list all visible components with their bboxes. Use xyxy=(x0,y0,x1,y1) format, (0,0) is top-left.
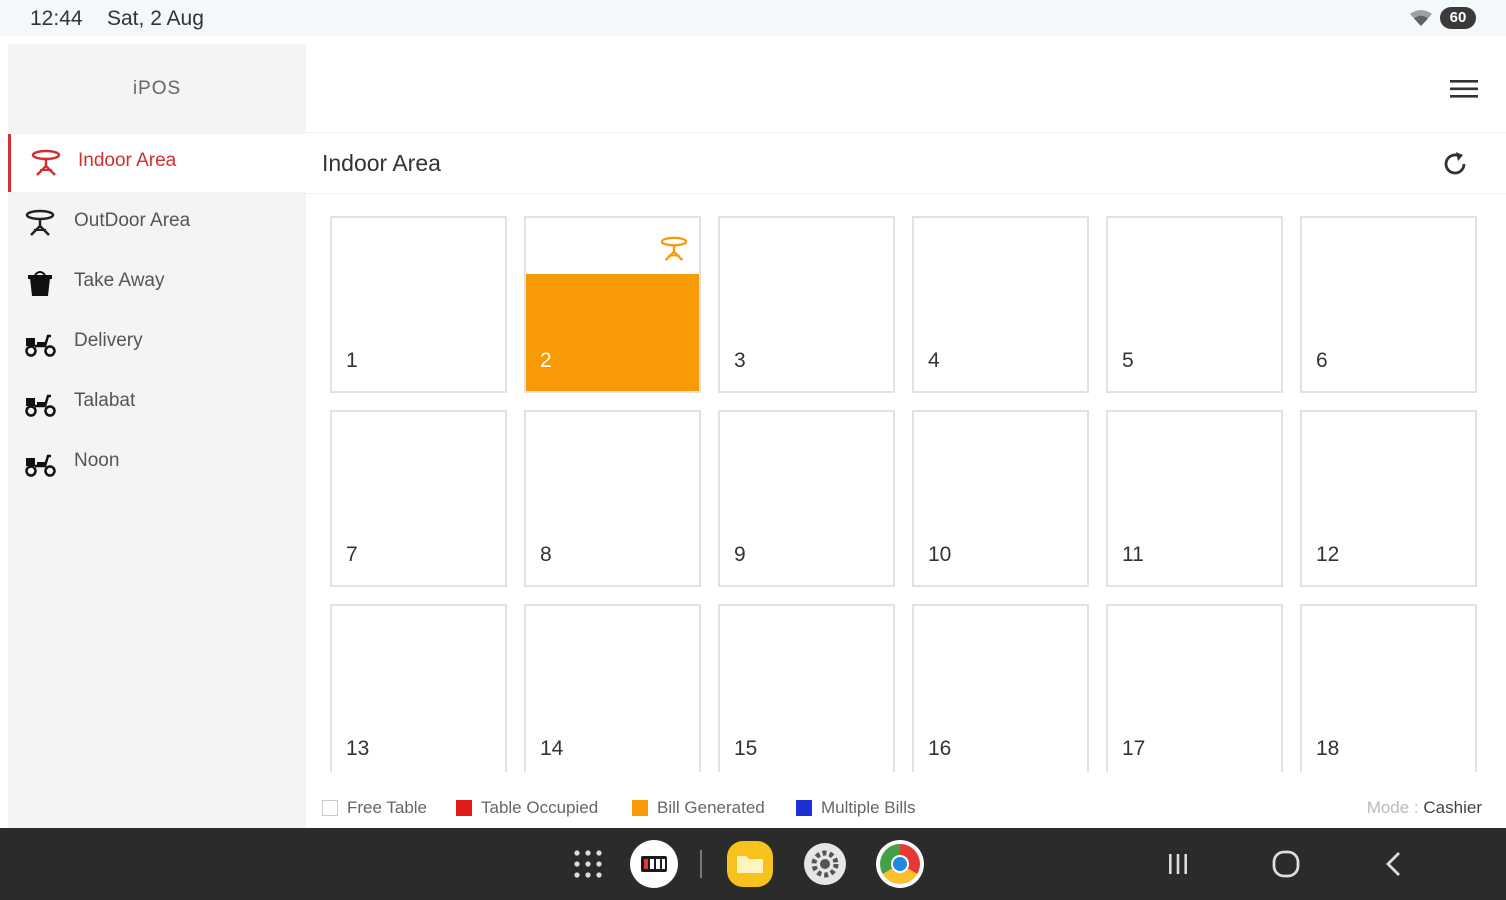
mode-indicator: Mode : Cashier xyxy=(1367,798,1482,818)
table-icon xyxy=(660,236,688,261)
sidebar-item-take-away[interactable]: Take Away xyxy=(8,254,306,312)
recents-icon[interactable] xyxy=(1162,848,1194,880)
legend: Free Table Table Occupied Bill Generated… xyxy=(306,784,1506,828)
table-card[interactable]: 10 xyxy=(912,410,1089,587)
refresh-icon[interactable] xyxy=(1440,149,1470,179)
files-app-icon[interactable] xyxy=(724,838,776,890)
system-navigation-bar xyxy=(0,828,1506,900)
table-number: 2 xyxy=(540,349,552,372)
sidebar-item-label: Take Away xyxy=(74,270,165,291)
sidebar-item-talabat[interactable]: Talabat xyxy=(8,374,306,432)
legend-swatch xyxy=(632,800,648,816)
app-drawer-icon[interactable] xyxy=(562,838,614,890)
chrome-app-icon[interactable] xyxy=(874,838,926,890)
table-number: 3 xyxy=(734,349,746,372)
sidebar-item-delivery[interactable]: Delivery xyxy=(8,314,306,372)
sidebar-item-label: Talabat xyxy=(74,390,136,411)
mode-value: Cashier xyxy=(1423,798,1482,817)
area-header: Indoor Area xyxy=(306,132,1506,194)
table-number: 15 xyxy=(734,737,758,760)
pos-screen: 12:44 Sat, 2 Aug 60 iPOS Indoor Area Out… xyxy=(0,0,1506,900)
table-number: 10 xyxy=(928,543,952,566)
table-card[interactable]: 12 xyxy=(1300,410,1477,587)
legend-swatch xyxy=(456,800,472,816)
table-number: 7 xyxy=(346,543,358,566)
battery-indicator: 60 xyxy=(1440,7,1476,29)
legend-label: Table Occupied xyxy=(481,798,599,817)
legend-label: Free Table xyxy=(347,798,428,817)
table-card[interactable]: 14 xyxy=(524,604,701,772)
table-number: 17 xyxy=(1122,737,1146,760)
table-number: 8 xyxy=(540,543,552,566)
table-number: 16 xyxy=(928,737,952,760)
scooter-icon xyxy=(25,454,56,477)
table-card[interactable]: 9 xyxy=(718,410,895,587)
table-card[interactable]: 6 xyxy=(1300,216,1477,393)
sidebar-item-outdoor-area[interactable]: OutDoor Area xyxy=(8,194,306,252)
table-number: 9 xyxy=(734,543,746,566)
sidebar-item-label: Indoor Area xyxy=(78,150,177,171)
settings-app-icon[interactable] xyxy=(799,838,851,890)
status-date: Sat, 2 Aug xyxy=(107,7,204,30)
page-title: Indoor Area xyxy=(322,150,441,176)
back-icon[interactable] xyxy=(1378,848,1410,880)
table-number: 11 xyxy=(1122,543,1144,566)
table-icon xyxy=(25,209,55,236)
sidebar-item-noon[interactable]: Noon xyxy=(8,434,306,492)
wifi-icon xyxy=(1410,10,1432,26)
table-card[interactable]: 15 xyxy=(718,604,895,772)
hamburger-menu-icon[interactable] xyxy=(1446,74,1482,104)
table-grid: 1 2 3 4 5 6 7 8 9 10 11 12 13 14 15 16 17 18 xyxy=(306,196,1506,772)
takeaway-bag-icon xyxy=(28,271,52,296)
sidebar-item-label: Noon xyxy=(74,450,120,471)
table-card[interactable]: 17 xyxy=(1106,604,1283,772)
table-card[interactable]: 8 xyxy=(524,410,701,587)
bill-generated-fill xyxy=(526,274,699,391)
home-icon[interactable] xyxy=(1270,848,1302,880)
table-card[interactable]: 1 xyxy=(330,216,507,393)
table-number: 18 xyxy=(1316,737,1340,760)
table-card[interactable]: 4 xyxy=(912,216,1089,393)
legend-label: Bill Generated xyxy=(657,798,765,817)
table-icon xyxy=(31,149,61,176)
status-time: 12:44 xyxy=(30,7,83,30)
table-card[interactable]: 16 xyxy=(912,604,1089,772)
ipos-app-icon[interactable] xyxy=(628,838,680,890)
table-card[interactable]: 3 xyxy=(718,216,895,393)
table-number: 12 xyxy=(1316,543,1340,566)
brand-title: iPOS xyxy=(132,78,182,99)
table-card[interactable]: 13 xyxy=(330,604,507,772)
sidebar-item-label: Delivery xyxy=(74,330,143,351)
table-card[interactable]: 18 xyxy=(1300,604,1477,772)
legend-swatch xyxy=(322,800,338,816)
dock-divider xyxy=(700,850,702,878)
sidebar-item-label: OutDoor Area xyxy=(74,210,191,231)
sidebar: iPOS Indoor Area OutDoor Area Take Away … xyxy=(8,44,306,828)
table-number: 1 xyxy=(346,349,358,372)
status-bar: 12:44 Sat, 2 Aug 60 xyxy=(0,0,1506,36)
scooter-icon xyxy=(25,334,56,357)
sidebar-item-indoor-area[interactable]: Indoor Area xyxy=(8,134,306,192)
table-number: 4 xyxy=(928,349,940,372)
table-number: 14 xyxy=(540,737,564,760)
table-number: 6 xyxy=(1316,349,1328,372)
legend-swatch xyxy=(796,800,812,816)
table-card[interactable]: 11 xyxy=(1106,410,1283,587)
table-number: 13 xyxy=(346,737,370,760)
scooter-icon xyxy=(25,394,56,417)
table-card[interactable]: 5 xyxy=(1106,216,1283,393)
table-number: 5 xyxy=(1122,349,1134,372)
legend-label: Multiple Bills xyxy=(821,798,916,817)
mode-label: Mode : xyxy=(1366,798,1419,817)
table-card[interactable]: 7 xyxy=(330,410,507,587)
table-card[interactable]: 2 xyxy=(524,216,701,393)
